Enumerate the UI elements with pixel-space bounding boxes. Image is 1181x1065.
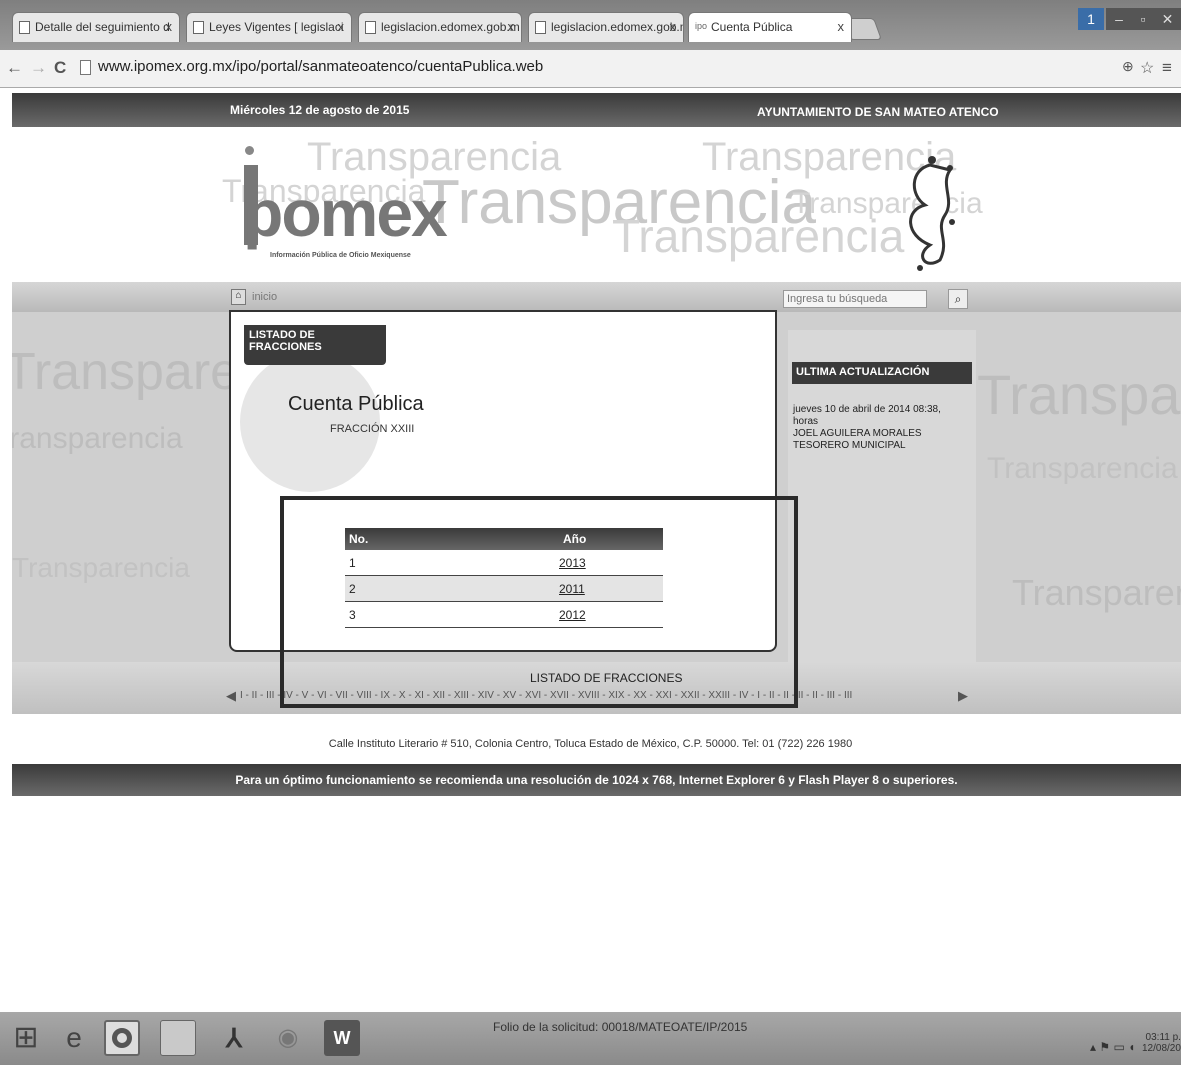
media-player-icon[interactable]: ◉ [270,1020,306,1056]
close-tab-icon[interactable]: x [508,19,515,34]
tab-label: Leyes Vigentes [ legislaci [209,20,344,34]
tab-label: legislacion.edomex.gob.m [551,20,684,34]
search-input[interactable] [783,290,927,308]
watermark-text: Transparencia [1012,572,1181,613]
update-name: JOEL AGUILERA MORALES [793,428,922,439]
site-top-strip: Miércoles 12 de agosto de 2015 AYUNTAMIE… [12,93,1181,127]
highlight-box [280,496,798,708]
tab-label: Detalle del seguimiento d [35,20,170,34]
windows-start-icon[interactable]: ⊞ [8,1020,44,1056]
clock[interactable]: 03:11 p.m. 12/08/2015 [1142,1032,1181,1054]
zoom-icon[interactable]: ⊕ [1122,58,1134,75]
chrome-icon[interactable] [104,1020,140,1056]
file-explorer-icon[interactable] [160,1020,196,1056]
browser-tab[interactable]: legislacion.edomex.gob.m x [358,12,522,42]
current-date: Miércoles 12 de agosto de 2015 [230,103,410,117]
minimize-icon[interactable]: – [1106,8,1132,30]
close-tab-icon[interactable]: x [838,19,845,34]
recommendation-strip: Para un óptimo funcionamiento se recomie… [12,764,1181,796]
watermark-text: Transparencia [977,363,1181,426]
close-tab-icon[interactable]: x [670,19,677,34]
acrobat-icon[interactable]: ⅄ [216,1020,252,1056]
reload-icon[interactable]: C [54,58,66,78]
clock-time: 03:11 p.m. [1145,1032,1181,1043]
browser-tab[interactable]: legislacion.edomex.gob.m x [528,12,684,42]
next-arrow-icon[interactable]: ▶ [958,688,968,704]
municipality-name: AYUNTAMIENTO DE SAN MATEO ATENCO [757,105,999,119]
browser-tab-bar: Detalle del seguimiento d x Leyes Vigent… [0,0,1181,50]
prev-arrow-icon[interactable]: ◀ [226,688,236,704]
close-tab-icon[interactable]: x [338,19,345,34]
nav-home-link[interactable]: inicio [252,291,277,303]
watermark-text: Transparencia [12,552,190,583]
browser-tab[interactable]: Detalle del seguimiento d x [12,12,180,42]
fractions-badge[interactable]: LISTADO DE FRACCIONES [244,325,386,365]
word-icon[interactable]: W [324,1020,360,1056]
menu-icon[interactable]: ≡ [1162,58,1172,78]
back-arrow-icon[interactable]: ← [6,58,23,78]
ipomex-logo: pomex [243,176,448,250]
forward-arrow-icon[interactable]: → [30,58,47,78]
site-nav-strip [12,282,1181,312]
browser-tab[interactable]: Leyes Vigentes [ legislaci x [186,12,352,42]
watermark-text: Transparencia [987,452,1178,485]
page-icon [193,21,204,34]
decorative-circle [240,352,380,492]
page-icon [535,21,546,34]
close-tab-icon[interactable]: x [166,19,173,34]
update-date: jueves 10 de abril de 2014 08:38, horas [793,404,941,427]
url-field[interactable]: www.ipomex.org.mx/ipo/portal/sanmateoate… [98,58,543,75]
institute-address: Calle Instituto Literario # 510, Colonia… [328,738,853,750]
watermark-text: Transparencia [12,422,183,455]
page-title: Cuenta Pública [288,393,424,415]
fraction-subtitle: FRACCIÓN XXIII [330,423,415,435]
window-badge: 1 [1078,8,1104,30]
update-role: TESORERO MUNICIPAL [793,440,906,451]
logo-subtitle: Información Pública de Oficio Mexiquense [270,252,411,259]
page-icon [19,21,30,34]
internet-explorer-icon[interactable]: e [56,1020,92,1056]
address-bar: ← → C www.ipomex.org.mx/ipo/portal/sanma… [0,50,1181,88]
close-window-icon[interactable]: ✕ [1154,8,1181,30]
restore-icon[interactable]: ▫ [1130,8,1156,30]
home-icon[interactable]: ⌂ [231,289,246,305]
tray-icons[interactable]: ▴ ⚑ ▭ ◖ [1090,1040,1135,1054]
update-header: ULTIMA ACTUALIZACIÓN [792,362,972,384]
site-header: Transparencia Transparencia Transparenci… [12,127,1181,282]
page-icon [80,60,91,75]
san-mateo-emblem-icon [909,156,955,271]
page-icon [365,21,376,34]
ipomex-favicon-icon: ipo [695,21,707,34]
tab-label: legislacion.edomex.gob.m [381,20,520,34]
browser-tab-active[interactable]: ipo Cuenta Pública x [688,12,852,42]
clock-date: 12/08/2015 [1142,1043,1181,1054]
update-info: jueves 10 de abril de 2014 08:38, horas … [793,404,968,452]
search-icon[interactable]: ⌕ [948,289,968,309]
folio-text: Folio de la solicitud: 00018/MATEOATE/IP… [493,1020,748,1034]
tab-label: Cuenta Pública [711,20,793,34]
logo-dot [245,146,254,155]
bookmark-star-icon[interactable]: ☆ [1140,58,1154,78]
